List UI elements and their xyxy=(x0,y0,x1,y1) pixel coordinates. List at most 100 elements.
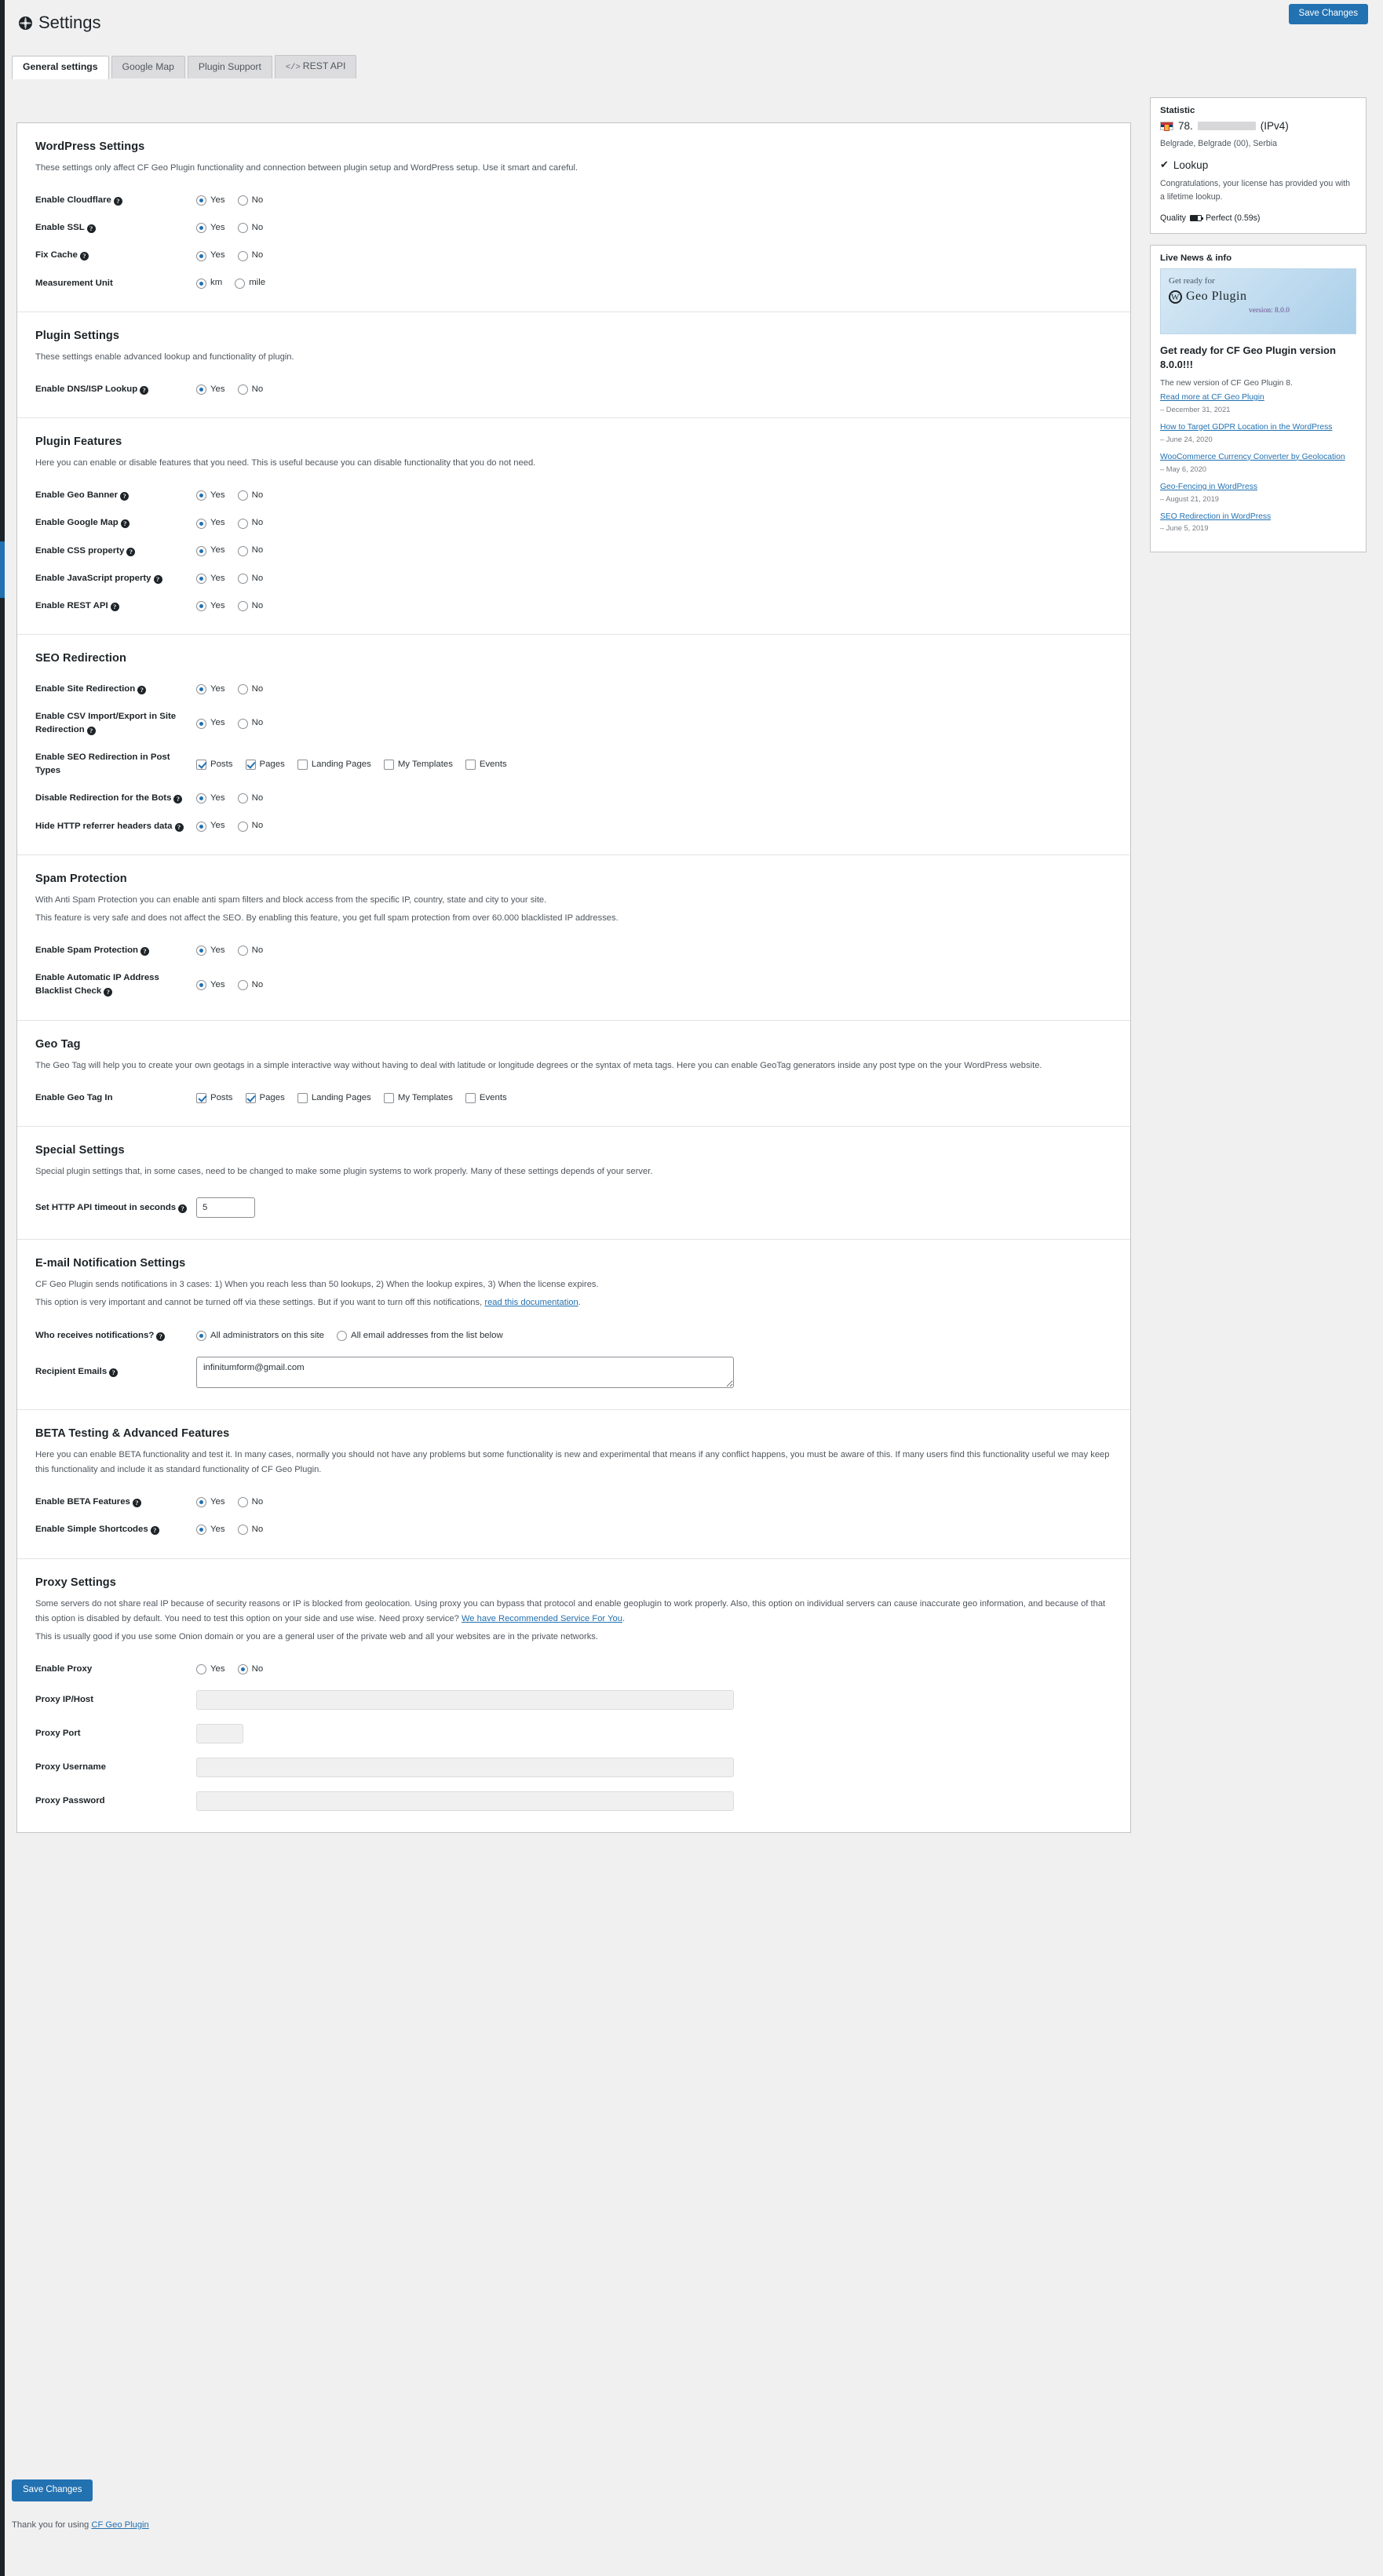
proxy-ip-host-input[interactable] xyxy=(196,1690,734,1711)
recommended-service-link[interactable]: We have Recommended Service For You xyxy=(462,1614,622,1623)
radio-csv-import-export-yes[interactable]: Yes xyxy=(196,718,225,729)
radio-site-redirection-no[interactable]: No xyxy=(237,684,263,694)
cf-geo-plugin-link[interactable]: CF Geo Plugin xyxy=(91,2520,148,2530)
help-icon[interactable]: ? xyxy=(137,685,147,694)
admin-rail-accent xyxy=(0,541,5,598)
row-label-text: Enable JavaScript property xyxy=(35,573,151,583)
checkbox-geotag-my-templates[interactable]: My Templates xyxy=(383,1093,453,1103)
radio-rest-api-no[interactable]: No xyxy=(237,601,263,611)
radio-all-administrators[interactable]: All administrators on this site xyxy=(196,1331,324,1341)
radio-css-property-yes[interactable]: Yes xyxy=(196,545,225,556)
tab-general-settings[interactable]: General settings xyxy=(12,56,109,79)
radio-enable-proxy-yes[interactable]: Yes xyxy=(196,1664,225,1675)
radio-dns-isp-yes[interactable]: Yes xyxy=(196,384,225,395)
radio-css-property-no[interactable]: No xyxy=(237,545,264,556)
radio-blacklist-check-no[interactable]: No xyxy=(237,980,263,990)
radio-simple-shortcodes-yes[interactable]: Yes xyxy=(196,1525,225,1536)
help-icon[interactable]: ? xyxy=(86,224,96,234)
help-icon[interactable]: ? xyxy=(178,1204,188,1213)
tab-plugin-support[interactable]: Plugin Support xyxy=(187,56,272,78)
radio-dns-isp-no[interactable]: No xyxy=(237,384,263,395)
radio-enable-cloudflare-yes[interactable]: Yes xyxy=(196,195,225,206)
help-icon[interactable]: ? xyxy=(110,602,119,611)
radio-enable-proxy-no[interactable]: No xyxy=(237,1664,263,1675)
radio-label: Yes xyxy=(210,1497,225,1507)
help-icon[interactable]: ? xyxy=(150,1526,159,1536)
radio-enable-cloudflare-no[interactable]: No xyxy=(237,195,263,206)
radio-enable-ssl-yes[interactable]: Yes xyxy=(196,223,225,234)
promo-banner[interactable]: Get ready for W Geo Plugin version: 8.0.0 xyxy=(1160,268,1356,335)
help-icon[interactable]: ? xyxy=(140,947,150,956)
checkbox-geotag-posts[interactable]: Posts xyxy=(196,1093,233,1103)
help-icon[interactable]: ? xyxy=(153,574,162,584)
radio-disable-bots-yes[interactable]: Yes xyxy=(196,793,225,804)
checkbox-seo-events[interactable]: Events xyxy=(465,760,507,770)
help-icon[interactable]: ? xyxy=(109,1368,119,1378)
proxy-username-input[interactable] xyxy=(196,1758,734,1778)
radio-geo-banner-no[interactable]: No xyxy=(237,490,263,501)
help-icon[interactable]: ? xyxy=(126,547,136,556)
radio-measurement-km[interactable]: km xyxy=(196,279,222,289)
news-item-link-3[interactable]: Geo-Fencing in WordPress xyxy=(1160,482,1356,494)
radio-spam-protection-yes[interactable]: Yes xyxy=(196,946,225,956)
help-icon[interactable]: ? xyxy=(156,1332,166,1341)
radio-rest-api-yes[interactable]: Yes xyxy=(196,601,225,611)
proxy-port-input[interactable] xyxy=(196,1724,243,1744)
news-item-link-2[interactable]: WooCommerce Currency Converter by Geoloc… xyxy=(1160,452,1356,464)
help-icon[interactable]: ? xyxy=(140,385,149,395)
radio-disable-bots-no[interactable]: No xyxy=(237,793,263,804)
checkbox-seo-my-templates[interactable]: My Templates xyxy=(383,760,453,770)
help-icon[interactable]: ? xyxy=(104,988,113,997)
radio-fix-cache-yes[interactable]: Yes xyxy=(196,250,225,261)
news-main-link[interactable]: Read more at CF Geo Plugin xyxy=(1160,392,1356,404)
save-changes-button-top[interactable]: Save Changes xyxy=(1288,4,1368,24)
news-item-link-4[interactable]: SEO Redirection in WordPress xyxy=(1160,512,1356,523)
proxy-password-input[interactable] xyxy=(196,1791,734,1812)
read-documentation-link[interactable]: read this documentation xyxy=(484,1298,578,1307)
radio-csv-import-export-no[interactable]: No xyxy=(237,718,263,729)
checkbox-geotag-landing-pages[interactable]: Landing Pages xyxy=(297,1093,371,1103)
tab-google-map[interactable]: Google Map xyxy=(111,56,185,78)
checkbox-geotag-pages[interactable]: Pages xyxy=(245,1093,285,1103)
radio-fix-cache-no[interactable]: No xyxy=(237,250,263,261)
help-icon[interactable]: ? xyxy=(132,1499,141,1508)
help-icon[interactable]: ? xyxy=(173,795,183,804)
radio-geo-banner-yes[interactable]: Yes xyxy=(196,490,225,501)
radio-blacklist-check-yes[interactable]: Yes xyxy=(196,980,225,990)
radio-measurement-mile[interactable]: mile xyxy=(235,279,265,289)
radio-enable-ssl-no[interactable]: No xyxy=(237,223,263,234)
radio-all-email-addresses[interactable]: All email addresses from the list below xyxy=(336,1331,503,1341)
radio-simple-shortcodes-no[interactable]: No xyxy=(237,1525,263,1536)
radio-google-map-no[interactable]: No xyxy=(237,518,263,529)
radio-spam-protection-no[interactable]: No xyxy=(237,946,263,956)
checkbox-seo-pages[interactable]: Pages xyxy=(245,760,285,770)
checkbox-seo-posts[interactable]: Posts xyxy=(196,760,233,770)
row-field: Yes No xyxy=(196,195,1112,206)
radio-google-map-yes[interactable]: Yes xyxy=(196,518,225,529)
checkbox-seo-landing-pages[interactable]: Landing Pages xyxy=(297,760,371,770)
help-icon[interactable]: ? xyxy=(86,727,96,736)
recipient-emails-textarea[interactable] xyxy=(196,1356,734,1388)
help-icon[interactable]: ? xyxy=(120,519,130,529)
radio-beta-features-yes[interactable]: Yes xyxy=(196,1497,225,1508)
radio-hide-referrer-no[interactable]: No xyxy=(237,821,263,832)
save-changes-button-bottom[interactable]: Save Changes xyxy=(12,2479,93,2501)
help-icon[interactable]: ? xyxy=(174,822,184,832)
radio-beta-features-no[interactable]: No xyxy=(237,1497,264,1508)
radio-label: No xyxy=(251,545,264,556)
radio-site-redirection-yes[interactable]: Yes xyxy=(196,684,225,694)
checkbox-geotag-events[interactable]: Events xyxy=(465,1093,507,1103)
radio-hide-referrer-yes[interactable]: Yes xyxy=(196,821,225,832)
flag-serbia-icon xyxy=(1160,122,1173,131)
radio-javascript-property-yes[interactable]: Yes xyxy=(196,574,225,584)
tab-rest-api[interactable]: </> REST API xyxy=(274,55,357,78)
news-item-link-1[interactable]: How to Target GDPR Location in the WordP… xyxy=(1160,422,1356,434)
help-icon[interactable]: ? xyxy=(113,197,122,206)
help-icon[interactable]: ? xyxy=(120,492,130,501)
radio-indicator xyxy=(196,979,206,990)
row-field: Posts Pages Landing Pages My Templates E… xyxy=(196,1093,1112,1103)
help-icon[interactable]: ? xyxy=(79,252,89,261)
radio-label: No xyxy=(251,1497,264,1507)
radio-javascript-property-no[interactable]: No xyxy=(237,574,263,584)
http-api-timeout-input[interactable] xyxy=(196,1197,255,1219)
